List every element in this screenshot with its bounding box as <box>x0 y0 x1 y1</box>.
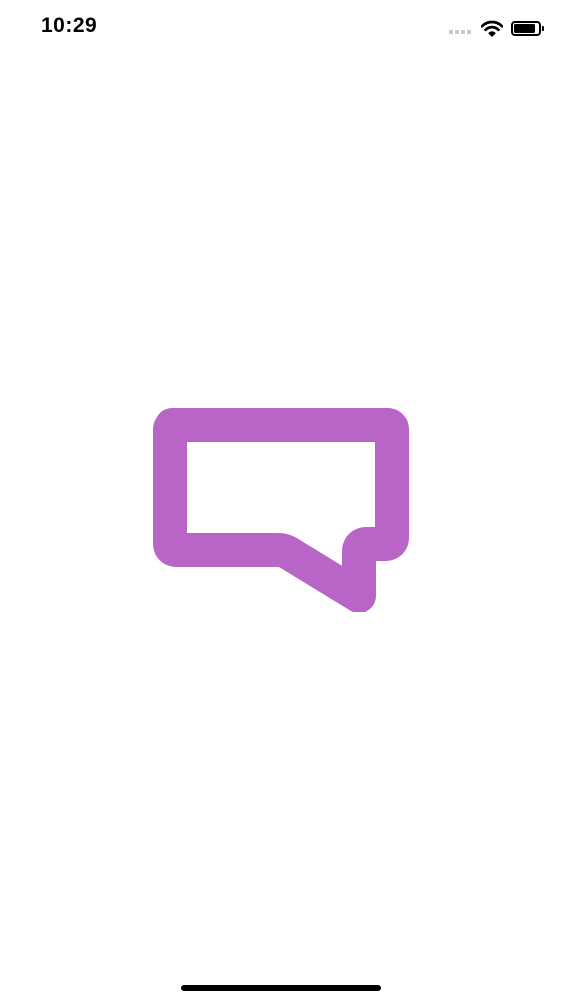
battery-level <box>514 23 535 33</box>
wifi-icon <box>481 20 503 37</box>
cellular-signal-icon <box>449 22 471 34</box>
status-bar: 10:29 <box>0 0 563 56</box>
home-indicator[interactable] <box>181 985 381 991</box>
battery-icon <box>511 20 544 36</box>
status-time: 10:29 <box>41 14 98 37</box>
chat-bubble-icon <box>153 408 409 612</box>
status-icons <box>449 17 544 39</box>
